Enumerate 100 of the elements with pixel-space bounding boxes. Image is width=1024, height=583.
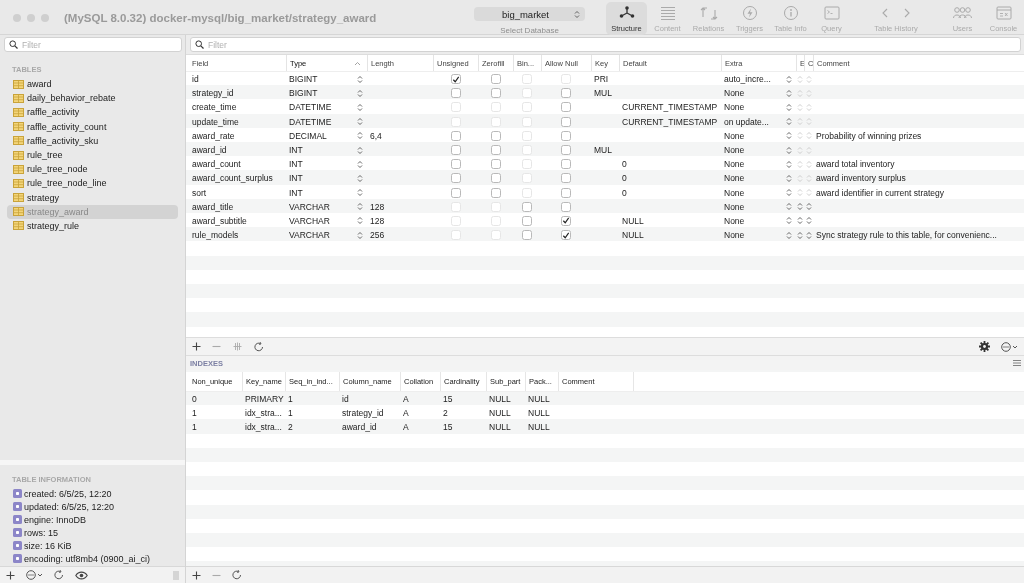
checkbox[interactable]	[561, 102, 571, 113]
stepper-icon[interactable]	[786, 117, 792, 127]
checkbox[interactable]	[450, 173, 461, 184]
stepper-icon[interactable]	[357, 173, 363, 183]
stepper-icon[interactable]	[357, 88, 363, 98]
stepper-icon[interactable]	[805, 102, 812, 112]
filter-field[interactable]: Filter	[4, 37, 182, 52]
refresh-icon[interactable]	[54, 570, 64, 580]
table-cell-text: idx_stra...	[244, 421, 283, 435]
refresh-icon[interactable]	[254, 341, 264, 352]
checkbox[interactable]	[490, 74, 501, 85]
checkbox[interactable]	[450, 187, 461, 198]
stepper-icon[interactable]	[357, 230, 363, 240]
stepper-icon[interactable]	[797, 202, 803, 212]
database-selector[interactable]: big_market	[474, 7, 585, 21]
checkbox[interactable]	[450, 159, 461, 170]
stepper-icon[interactable]	[786, 159, 792, 169]
stepper-icon[interactable]	[357, 145, 363, 155]
checkbox[interactable]	[561, 201, 571, 212]
checkbox[interactable]	[561, 215, 571, 226]
stepper-icon[interactable]	[786, 88, 792, 98]
stepper-icon[interactable]	[574, 9, 580, 19]
stepper-icon[interactable]	[797, 216, 803, 226]
checkbox[interactable]	[561, 145, 571, 156]
table-cell-text: A	[402, 393, 410, 407]
table-cell-text: MUL	[593, 144, 613, 158]
filter-field[interactable]: Filter	[190, 37, 1021, 52]
stepper-icon[interactable]	[797, 230, 803, 240]
add-icon[interactable]	[192, 342, 201, 351]
stepper-icon[interactable]	[786, 230, 792, 240]
stepper-icon[interactable]	[786, 173, 792, 183]
table-cell-text: 0	[621, 158, 628, 172]
stepper-icon[interactable]	[786, 216, 792, 226]
stepper-icon[interactable]	[797, 102, 803, 112]
table-list-item[interactable]: strategy_rule	[7, 218, 178, 234]
checkbox[interactable]	[561, 187, 571, 198]
checkbox[interactable]	[561, 159, 571, 170]
add-icon[interactable]	[6, 570, 15, 580]
table-list-item[interactable]: rule_tree_node	[7, 162, 178, 177]
stepper-icon[interactable]	[786, 145, 792, 155]
table-list-item[interactable]: raffle_activity	[7, 105, 178, 120]
splitter-handle[interactable]	[0, 460, 185, 465]
checkbox[interactable]	[561, 130, 571, 141]
checkbox[interactable]	[490, 173, 501, 184]
more-menu-icon[interactable]	[1001, 341, 1018, 352]
table-list-item[interactable]: rule_tree	[7, 147, 178, 163]
checkbox[interactable]	[561, 116, 571, 127]
checkbox[interactable]	[522, 215, 532, 226]
stepper-icon[interactable]	[786, 102, 792, 112]
checkbox[interactable]	[490, 159, 501, 170]
checkbox[interactable]	[450, 145, 461, 156]
table-cell: None	[724, 130, 745, 141]
table-cell-text: PRIMARY	[244, 393, 285, 407]
menu-icon[interactable]	[1013, 360, 1021, 366]
table-list-item[interactable]: raffle_activity_sku	[7, 133, 178, 148]
duplicate-icon[interactable]	[232, 342, 243, 351]
table-cell-text: A	[402, 421, 410, 435]
table-list-item[interactable]: strategy	[7, 190, 178, 205]
table-list-item[interactable]: rule_tree_node_line	[7, 176, 178, 191]
stepper-icon[interactable]	[805, 230, 812, 240]
stepper-icon[interactable]	[357, 216, 363, 226]
add-icon[interactable]	[192, 570, 201, 580]
stepper-icon[interactable]	[805, 202, 812, 212]
checkbox[interactable]	[561, 88, 571, 99]
stepper-icon[interactable]	[357, 131, 363, 141]
checkbox[interactable]	[522, 230, 532, 241]
table-list-item[interactable]: daily_behavior_rebate	[7, 91, 178, 106]
settings-icon[interactable]	[979, 341, 990, 352]
table-cell-text: award_title	[191, 200, 235, 214]
checkbox[interactable]	[490, 145, 501, 156]
stepper-icon[interactable]	[786, 188, 792, 198]
stepper-icon[interactable]	[357, 102, 363, 112]
checkbox[interactable]	[561, 173, 571, 184]
resize-handle-icon[interactable]	[173, 570, 179, 580]
checkbox[interactable]	[450, 74, 461, 85]
stepper-icon[interactable]	[357, 74, 363, 84]
stepper-icon[interactable]	[357, 202, 363, 212]
stepper-icon[interactable]	[786, 131, 792, 141]
checkbox[interactable]	[490, 88, 501, 99]
lightning-icon	[740, 5, 759, 21]
checkbox[interactable]	[450, 130, 461, 141]
checkbox[interactable]	[450, 88, 461, 99]
table-list-item[interactable]: raffle_activity_count	[7, 119, 178, 134]
checkbox[interactable]	[490, 130, 501, 141]
checkbox[interactable]	[490, 187, 501, 198]
stepper-icon[interactable]	[357, 159, 363, 169]
more-menu-icon[interactable]	[26, 570, 43, 580]
users-icon	[953, 5, 972, 21]
refresh-icon[interactable]	[232, 570, 242, 580]
stepper-icon[interactable]	[357, 188, 363, 198]
eye-icon[interactable]	[75, 570, 88, 580]
stepper-icon[interactable]	[805, 216, 812, 226]
table-cell-text: NULL	[527, 393, 551, 407]
stepper-icon[interactable]	[357, 117, 363, 127]
table-list-item[interactable]: award	[7, 77, 178, 92]
table-cell-text: Probability of winning prizes	[815, 129, 923, 143]
stepper-icon[interactable]	[786, 202, 792, 212]
stepper-icon[interactable]	[786, 74, 792, 84]
checkbox[interactable]	[561, 230, 571, 241]
checkbox[interactable]	[522, 201, 532, 212]
